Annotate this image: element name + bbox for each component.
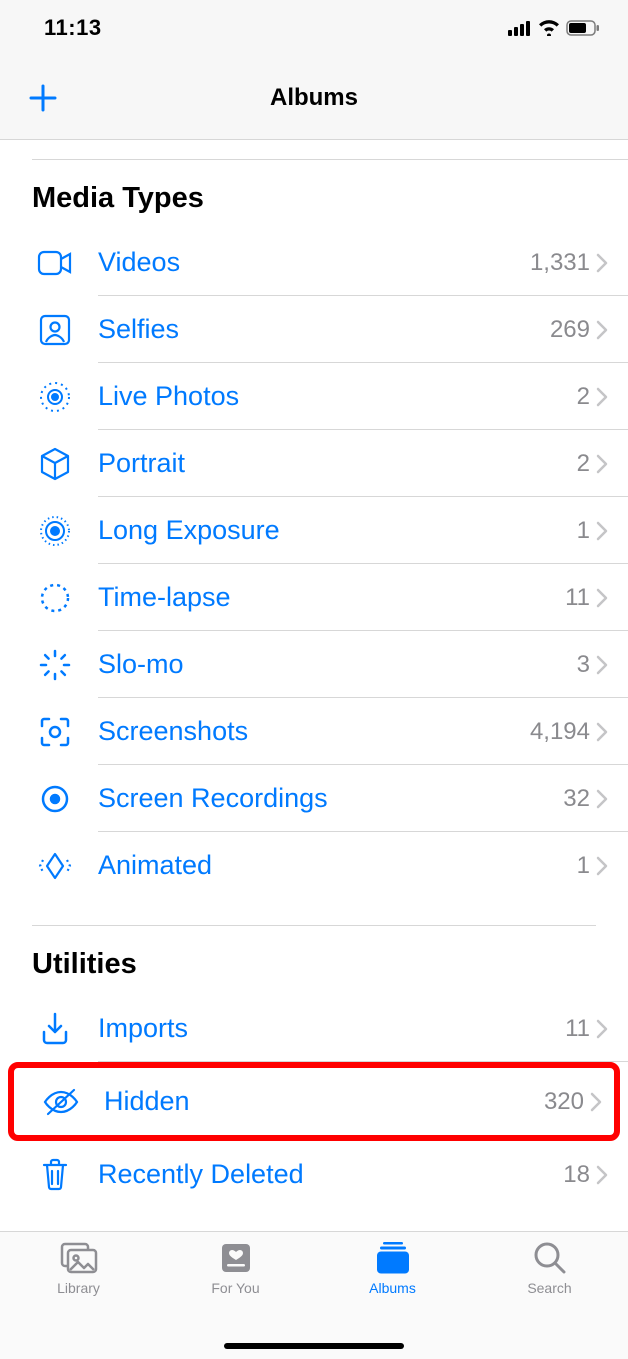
chevron-right-icon xyxy=(596,789,608,809)
row-count: 3 xyxy=(577,651,590,679)
highlight-hidden: Hidden 320 xyxy=(8,1062,620,1141)
row-count: 1 xyxy=(577,517,590,545)
row-selfies[interactable]: Selfies 269 xyxy=(0,296,628,363)
status-indicators xyxy=(508,20,600,36)
row-label: Selfies xyxy=(98,314,550,345)
row-count: 2 xyxy=(577,383,590,411)
for-you-icon xyxy=(218,1240,254,1276)
status-bar: 11:13 xyxy=(0,0,628,56)
row-screen-recordings[interactable]: Screen Recordings 32 xyxy=(0,765,628,832)
page-title: Albums xyxy=(0,84,628,112)
row-recently-deleted[interactable]: Recently Deleted 18 xyxy=(0,1141,628,1208)
row-label: Hidden xyxy=(104,1086,544,1117)
row-time-lapse[interactable]: Time-lapse 11 xyxy=(0,564,628,631)
row-count: 11 xyxy=(565,584,590,612)
animated-icon xyxy=(32,850,78,882)
wifi-icon xyxy=(538,20,560,36)
row-long-exposure[interactable]: Long Exposure 1 xyxy=(0,497,628,564)
row-animated[interactable]: Animated 1 xyxy=(0,832,628,899)
row-label: Animated xyxy=(98,850,577,881)
row-label: Screen Recordings xyxy=(98,783,563,814)
home-indicator[interactable] xyxy=(224,1343,404,1349)
section-header-utilities: Utilities xyxy=(0,926,628,995)
tab-albums[interactable]: Albums xyxy=(314,1240,471,1359)
add-button[interactable] xyxy=(0,83,86,113)
row-label: Long Exposure xyxy=(98,515,577,546)
tab-label: Search xyxy=(527,1280,571,1296)
slomo-icon xyxy=(32,648,78,682)
row-imports[interactable]: Imports 11 xyxy=(0,995,628,1062)
albums-icon xyxy=(373,1240,413,1276)
row-count: 269 xyxy=(550,316,590,344)
row-label: Live Photos xyxy=(98,381,577,412)
row-videos[interactable]: Videos 1,331 xyxy=(0,229,628,296)
row-hidden[interactable]: Hidden 320 xyxy=(14,1068,614,1135)
chevron-right-icon xyxy=(596,588,608,608)
chevron-right-icon xyxy=(596,387,608,407)
chevron-right-icon xyxy=(596,253,608,273)
row-count: 18 xyxy=(563,1161,590,1189)
chevron-right-icon xyxy=(596,722,608,742)
row-label: Slo-mo xyxy=(98,649,577,680)
timelapse-icon xyxy=(32,581,78,615)
tab-label: Albums xyxy=(369,1280,416,1296)
nav-bar: Albums xyxy=(0,56,628,140)
trash-icon xyxy=(32,1158,78,1192)
chevron-right-icon xyxy=(596,1019,608,1039)
row-live-photos[interactable]: Live Photos 2 xyxy=(0,363,628,430)
tab-library[interactable]: Library xyxy=(0,1240,157,1359)
chevron-right-icon xyxy=(596,320,608,340)
plus-icon xyxy=(28,83,58,113)
chevron-right-icon xyxy=(596,655,608,675)
import-icon xyxy=(32,1012,78,1046)
tab-bar: Library For You Albums Search xyxy=(0,1231,628,1359)
long-exposure-icon xyxy=(32,514,78,548)
chevron-right-icon xyxy=(590,1092,602,1112)
row-portrait[interactable]: Portrait 2 xyxy=(0,430,628,497)
screenshot-icon xyxy=(32,716,78,748)
cube-icon xyxy=(32,447,78,481)
library-icon xyxy=(58,1240,100,1276)
chevron-right-icon xyxy=(596,521,608,541)
row-screenshots[interactable]: Screenshots 4,194 xyxy=(0,698,628,765)
search-icon xyxy=(532,1240,568,1276)
battery-icon xyxy=(566,20,600,36)
row-count: 4,194 xyxy=(530,718,590,746)
row-label: Recently Deleted xyxy=(98,1159,563,1190)
row-count: 2 xyxy=(577,450,590,478)
row-count: 1 xyxy=(577,852,590,880)
record-icon xyxy=(32,783,78,815)
row-count: 1,331 xyxy=(530,249,590,277)
row-count: 32 xyxy=(563,785,590,813)
hidden-eye-icon xyxy=(38,1088,84,1116)
cellular-icon xyxy=(508,20,532,36)
row-label: Screenshots xyxy=(98,716,530,747)
row-label: Time-lapse xyxy=(98,582,565,613)
status-time: 11:13 xyxy=(44,15,102,41)
content-area: Media Types Videos 1,331 Selfies 269 Liv… xyxy=(0,140,628,1231)
selfie-icon xyxy=(32,314,78,346)
section-header-media-types: Media Types xyxy=(0,160,628,229)
row-count: 320 xyxy=(544,1088,584,1116)
tab-search[interactable]: Search xyxy=(471,1240,628,1359)
tab-for-you[interactable]: For You xyxy=(157,1240,314,1359)
row-count: 11 xyxy=(565,1015,590,1043)
divider xyxy=(32,140,628,160)
tab-label: For You xyxy=(211,1280,259,1296)
chevron-right-icon xyxy=(596,1165,608,1185)
row-slomo[interactable]: Slo-mo 3 xyxy=(0,631,628,698)
chevron-right-icon xyxy=(596,856,608,876)
chevron-right-icon xyxy=(596,454,608,474)
tab-label: Library xyxy=(57,1280,100,1296)
video-icon xyxy=(32,250,78,276)
row-label: Videos xyxy=(98,247,530,278)
live-photo-icon xyxy=(32,380,78,414)
row-label: Imports xyxy=(98,1013,565,1044)
row-label: Portrait xyxy=(98,448,577,479)
